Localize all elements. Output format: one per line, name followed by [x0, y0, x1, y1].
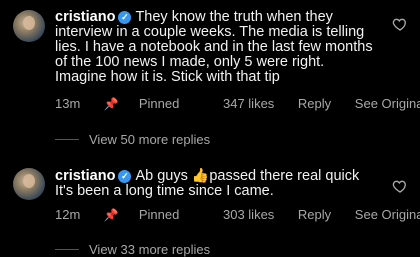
- view-replies-button[interactable]: View 50 more replies: [55, 132, 210, 147]
- see-original-button[interactable]: See Original: [355, 207, 420, 222]
- see-original-button[interactable]: See Original: [355, 96, 420, 111]
- comment-body-start: Ab guys: [135, 168, 188, 184]
- view-replies-button[interactable]: View 33 more replies: [55, 242, 210, 257]
- thumbs-up-emoji: 👍: [191, 167, 210, 183]
- pin-icon: 📌: [103, 208, 119, 222]
- username[interactable]: cristiano: [55, 168, 115, 184]
- pinned-indicator: 📌 Pinned: [104, 207, 199, 222]
- username[interactable]: cristiano: [55, 9, 115, 25]
- view-replies-label: View 50 more replies: [89, 132, 211, 147]
- timestamp: 13m: [55, 96, 81, 111]
- comment-text: cristiano ✓ They know the truth when they …: [55, 10, 373, 85]
- comment-meta: 13m 📌 Pinned 347 likes Reply See Original: [55, 96, 420, 111]
- pinned-indicator: 📌 Pinned: [104, 96, 199, 111]
- timestamp: 12m: [55, 207, 81, 222]
- pinned-label: Pinned: [138, 96, 180, 111]
- likes-count[interactable]: 347 likes: [223, 96, 274, 111]
- heart-icon[interactable]: [392, 16, 408, 32]
- verified-badge-icon: ✓: [118, 170, 132, 183]
- view-replies-label: View 33 more replies: [89, 242, 211, 257]
- pinned-label: Pinned: [138, 207, 180, 222]
- verified-badge-icon: ✓: [118, 11, 132, 24]
- comment-text: cristiano ✓ Ab guys 👍passed there real qui…: [55, 168, 373, 199]
- avatar[interactable]: [13, 10, 45, 42]
- avatar[interactable]: [13, 168, 45, 200]
- comment-meta: 12m 📌 Pinned 303 likes Reply See Original: [55, 207, 420, 222]
- reply-button[interactable]: Reply: [298, 207, 331, 222]
- replies-divider: [55, 249, 79, 250]
- likes-count[interactable]: 303 likes: [223, 207, 274, 222]
- heart-icon[interactable]: [392, 178, 408, 194]
- replies-divider: [55, 139, 79, 140]
- pin-icon: 📌: [103, 97, 119, 111]
- reply-button[interactable]: Reply: [298, 96, 331, 111]
